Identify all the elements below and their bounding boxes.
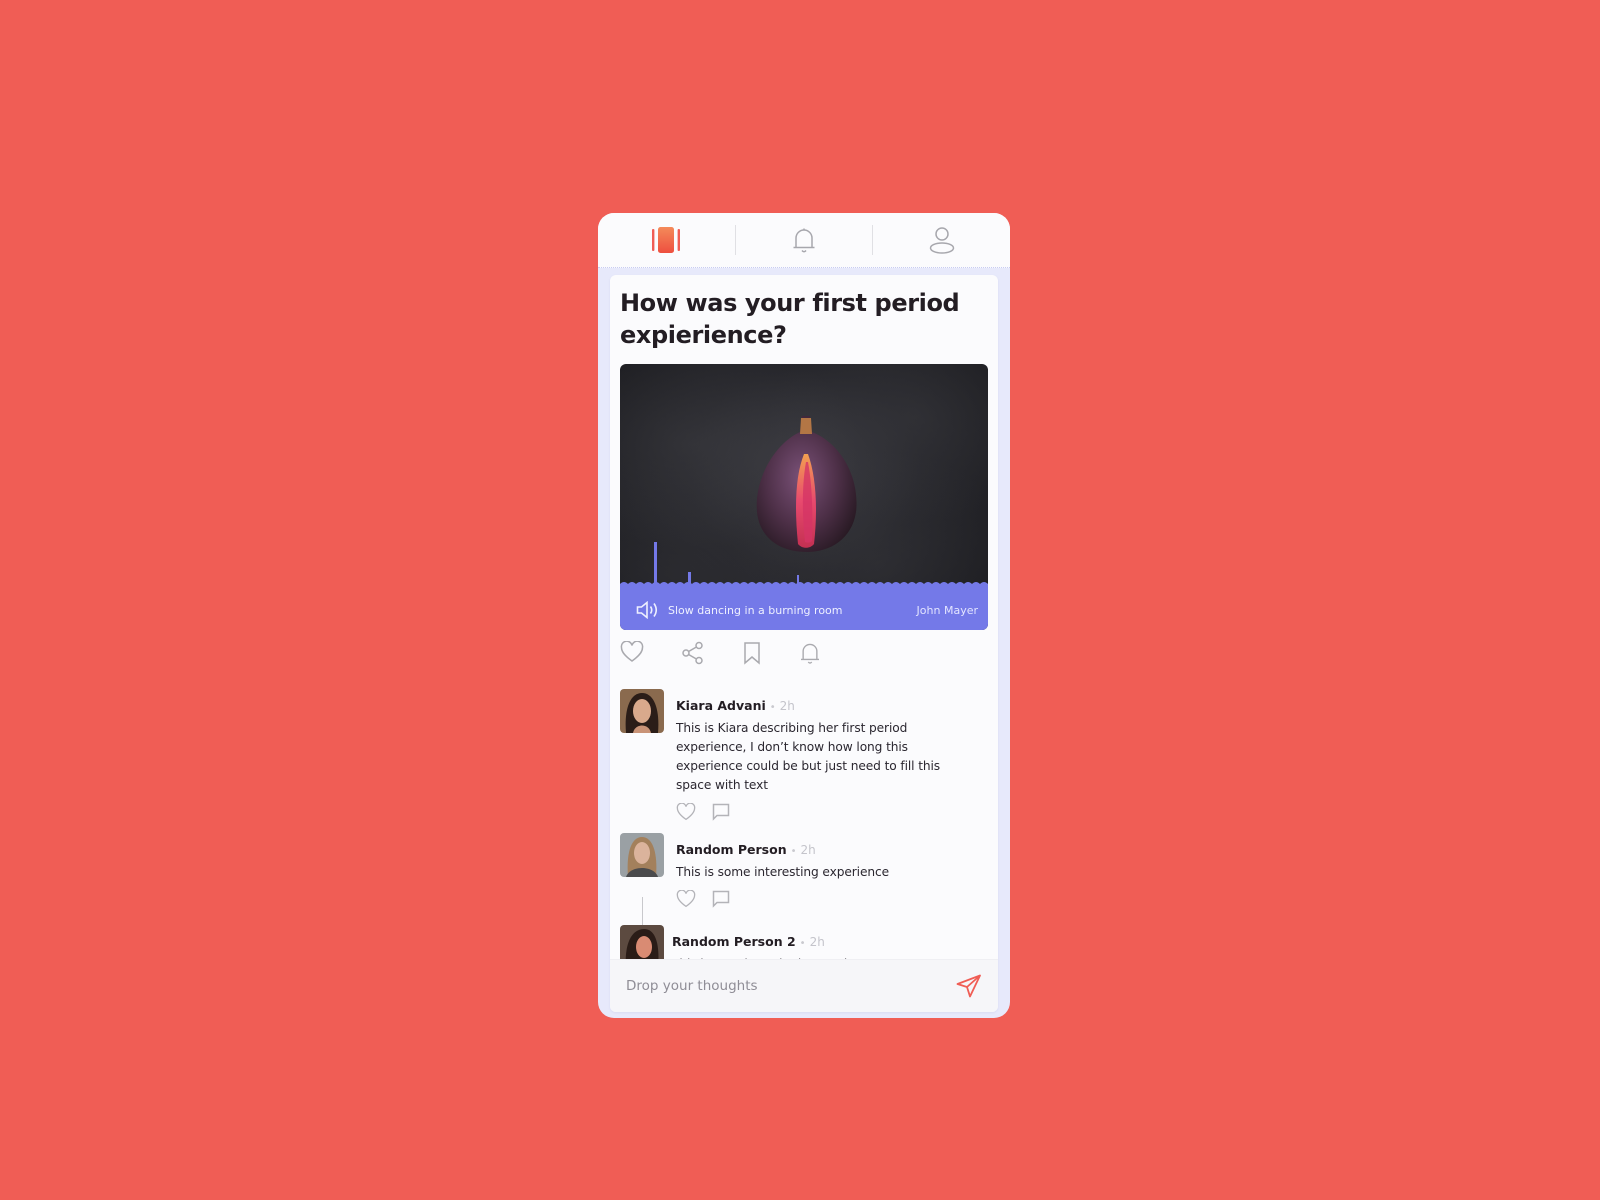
top-nav — [598, 213, 1010, 268]
reply-icon[interactable] — [712, 890, 730, 908]
app-window: How was your first period expierience? S… — [598, 213, 1010, 1018]
post-card: How was your first period expierience? S… — [610, 275, 998, 1012]
post-question: How was your first period expierience? — [620, 289, 960, 349]
separator-dot: • — [799, 938, 806, 949]
comment-time: 2h — [809, 935, 825, 949]
separator-dot: • — [769, 702, 776, 713]
comment-time: 2h — [779, 699, 795, 713]
separator-dot: • — [790, 846, 797, 857]
comment-input[interactable] — [624, 977, 956, 995]
song-artist: John Mayer — [916, 603, 978, 617]
comment-text: This is some interesting experience — [676, 865, 889, 879]
share-icon[interactable] — [681, 641, 705, 665]
tab-feed[interactable] — [598, 213, 735, 267]
bookmark-icon[interactable] — [742, 641, 762, 665]
audio-waveform — [620, 542, 988, 592]
user-icon — [929, 226, 955, 254]
tab-profile[interactable] — [873, 213, 1010, 267]
comment-time: 2h — [800, 843, 816, 857]
send-icon[interactable] — [956, 974, 982, 998]
comment-composer — [610, 959, 998, 1012]
post-actions — [620, 641, 821, 665]
comment-text: This is Kiara describing her first perio… — [676, 721, 941, 792]
audio-player[interactable]: Slow dancing in a burning room John Maye… — [620, 590, 988, 630]
avatar[interactable] — [620, 833, 664, 877]
cards-icon — [652, 227, 681, 253]
avatar[interactable] — [620, 689, 664, 733]
bell-icon[interactable] — [799, 641, 821, 665]
reply-icon[interactable] — [712, 803, 730, 821]
commenter-name[interactable]: Kiara Advani — [676, 698, 766, 713]
heart-icon[interactable] — [676, 803, 696, 821]
bell-icon — [792, 226, 816, 254]
tab-notifications[interactable] — [736, 213, 873, 267]
fig-image — [756, 416, 857, 552]
commenter-name[interactable]: Random Person 2 — [672, 934, 796, 949]
speaker-icon[interactable] — [636, 601, 660, 619]
song-title: Slow dancing in a burning room — [668, 603, 843, 617]
commenter-name[interactable]: Random Person — [676, 842, 787, 857]
post-media[interactable]: Slow dancing in a burning room John Maye… — [620, 364, 988, 630]
heart-icon[interactable] — [676, 890, 696, 908]
heart-icon[interactable] — [620, 641, 644, 665]
